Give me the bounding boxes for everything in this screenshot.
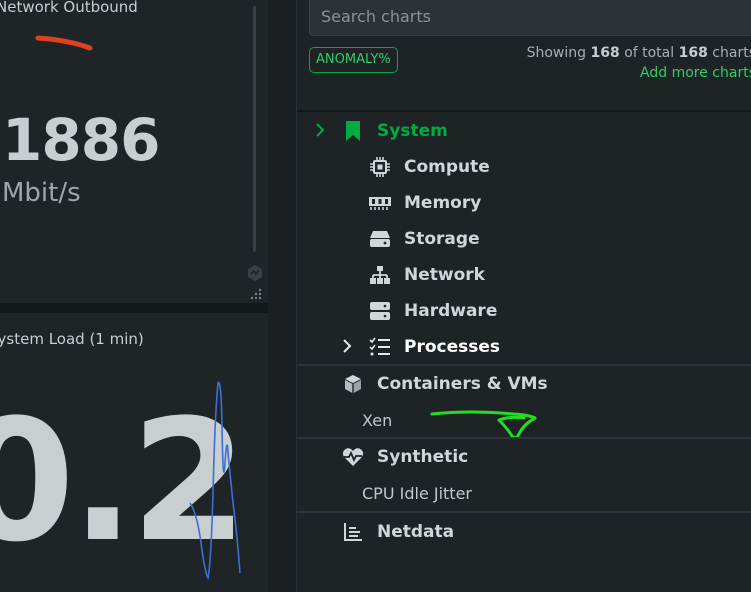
sidebar-item-containers-vms[interactable]: Containers & VMs xyxy=(341,372,548,396)
card-scrollbar[interactable] xyxy=(253,6,256,252)
cpu-chip-icon xyxy=(368,155,392,179)
divider xyxy=(297,110,751,112)
chevron-right-icon[interactable] xyxy=(342,338,352,354)
green-scribble-annotation xyxy=(430,410,537,440)
sidebar-item-hardware[interactable]: Hardware xyxy=(368,299,497,323)
divider xyxy=(297,364,751,366)
search-placeholder: Search charts xyxy=(321,7,431,26)
network-tree-icon xyxy=(368,263,392,287)
bookmark-icon xyxy=(341,119,365,143)
add-more-charts-link[interactable]: Add more charts xyxy=(640,65,751,81)
card-title: Network Outbound xyxy=(0,0,138,16)
gauge-arc xyxy=(35,35,93,51)
sidebar-subitem-cpu-idle-jitter[interactable]: CPU Idle Jitter xyxy=(362,484,472,503)
sidebar-item-system[interactable]: System xyxy=(341,119,448,143)
anomaly-toggle-button[interactable]: ANOMALY% xyxy=(309,47,398,73)
network-outbound-unit: Mbit/s xyxy=(2,178,81,208)
sidebar-item-storage[interactable]: Storage xyxy=(368,227,480,251)
sidebar-item-memory[interactable]: Memory xyxy=(368,191,481,215)
search-charts-input[interactable]: Search charts xyxy=(309,0,751,36)
dashboard-area: Network Outbound 1886 Mbit/s System Load… xyxy=(0,0,268,592)
sidebar-item-processes[interactable]: Processes xyxy=(368,335,500,359)
container-box-icon xyxy=(341,372,365,396)
card-title: System Load (1 min) xyxy=(0,330,144,348)
checklist-icon xyxy=(368,335,392,359)
sidebar-item-compute[interactable]: Compute xyxy=(368,155,490,179)
chart-count-text: Showing 168 of total 168 charts xyxy=(526,45,751,61)
network-outbound-value: 1886 xyxy=(2,106,160,174)
sidebar-subitem-xen[interactable]: Xen xyxy=(362,411,392,430)
hard-drive-icon xyxy=(368,227,392,251)
divider xyxy=(297,437,751,439)
chevron-right-icon[interactable] xyxy=(315,122,325,138)
netdata-logo-icon xyxy=(248,265,262,281)
sidebar-item-synthetic[interactable]: Synthetic xyxy=(341,445,468,469)
heart-pulse-icon xyxy=(341,445,365,469)
system-load-card[interactable]: System Load (1 min) 0.2 xyxy=(0,313,268,592)
divider xyxy=(297,511,751,513)
bar-chart-icon xyxy=(341,520,365,544)
sidebar-item-netdata[interactable]: Netdata xyxy=(341,520,454,544)
server-icon xyxy=(368,299,392,323)
load-sparkline xyxy=(189,381,241,581)
resize-handle-icon[interactable] xyxy=(249,287,263,301)
charts-sidebar: Search charts ANOMALY% Showing 168 of to… xyxy=(296,0,751,592)
sidebar-item-network[interactable]: Network xyxy=(368,263,485,287)
network-outbound-card[interactable]: Network Outbound 1886 Mbit/s xyxy=(0,0,268,303)
memory-ram-icon xyxy=(368,191,392,215)
